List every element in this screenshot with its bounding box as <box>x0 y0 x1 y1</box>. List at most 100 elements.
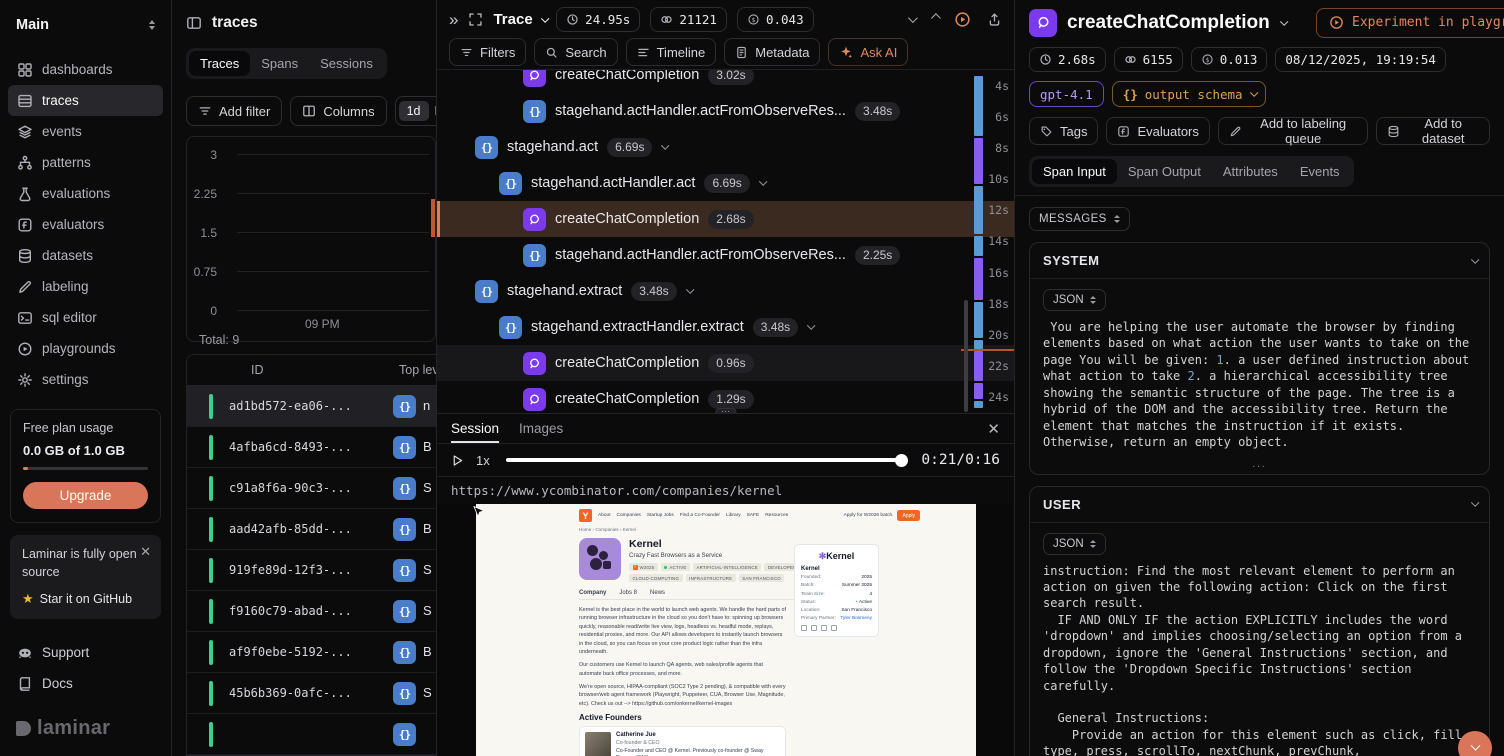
chevron-down-icon[interactable] <box>686 286 694 294</box>
table-row[interactable]: ad1bd572-ea06-... {} n <box>187 386 437 427</box>
sidebar-item-dashboards[interactable]: dashboards <box>8 54 163 85</box>
embed-apply-button[interactable]: Apply <box>897 510 920 521</box>
share-icon[interactable] <box>987 12 1002 27</box>
embed-batch-badge[interactable]: YW2025 <box>629 563 658 571</box>
close-icon[interactable]: ✕ <box>987 420 1000 438</box>
embed-tab-company[interactable]: Company <box>579 590 606 596</box>
chevron-down-icon[interactable] <box>908 13 918 23</box>
ask-ai-button[interactable]: Ask AI <box>828 38 908 66</box>
evaluators-button[interactable]: Evaluators <box>1106 117 1209 145</box>
filters-button[interactable]: Filters <box>449 38 526 66</box>
embed-breadcrumb[interactable]: Home › Companies › Kernel <box>579 527 920 532</box>
expand-icon[interactable] <box>468 12 483 27</box>
tab-spans[interactable]: Spans <box>250 51 309 76</box>
table-row[interactable]: 45b6b369-0afc-... {} S <box>187 673 437 714</box>
format-selector[interactable]: JSON <box>1043 289 1106 311</box>
embed-tag-badge[interactable]: INFRASTRUCTURE <box>686 574 736 582</box>
expand-ellipsis[interactable]: ... <box>1030 459 1489 474</box>
sidebar-item-settings[interactable]: settings <box>8 364 163 395</box>
tab-images[interactable]: Images <box>519 414 563 443</box>
embed-nav-link[interactable]: Startup Jobs <box>647 513 674 518</box>
embed-tag-badge[interactable]: CLOUD-COMPUTING <box>629 574 683 582</box>
span-tree-row[interactable]: createChatCompletion 0.96s <box>437 345 1014 381</box>
sidebar-item-patterns[interactable]: patterns <box>8 147 163 178</box>
close-icon[interactable]: ✕ <box>140 544 151 560</box>
embed-tag-badge[interactable]: ARTIFICIAL-INTELLIGENCE <box>693 563 761 571</box>
span-tree-row[interactable]: {} stagehand.actHandler.act 6.69s <box>437 165 1014 201</box>
table-row[interactable]: c91a8f6a-90c3-... {} S <box>187 468 437 509</box>
system-message-header[interactable]: SYSTEM <box>1030 243 1489 279</box>
sidebar-item-sql-editor[interactable]: sql editor <box>8 302 163 333</box>
sidebar-item-playgrounds[interactable]: playgrounds <box>8 333 163 364</box>
chevron-down-icon[interactable] <box>662 142 670 150</box>
run-playground-icon[interactable] <box>954 11 971 28</box>
span-tree-row[interactable]: {} stagehand.extract 3.48s <box>437 273 1014 309</box>
experiment-playground-button[interactable]: Experiment in playground <box>1316 8 1504 38</box>
sidebar-item-events[interactable]: events <box>8 116 163 147</box>
embed-nav-link[interactable]: Library <box>726 513 741 518</box>
tags-button[interactable]: Tags <box>1029 117 1098 145</box>
table-row[interactable]: 4afba6cd-8493-... {} B <box>187 427 437 468</box>
span-tree-row[interactable]: createChatCompletion 2.68s <box>437 201 1014 237</box>
table-row[interactable]: 919fe89d-12f3-... {} S <box>187 550 437 591</box>
workspace-switch-icon[interactable] <box>149 20 155 30</box>
timeline-minimap[interactable] <box>974 76 983 410</box>
play-icon[interactable] <box>451 454 464 467</box>
scrollbar-thumb[interactable] <box>964 300 968 412</box>
sidebar-item-traces[interactable]: traces <box>8 85 163 116</box>
format-selector[interactable]: JSON <box>1043 533 1106 555</box>
table-row[interactable]: f9160c79-abad-... {} S <box>187 591 437 632</box>
table-row[interactable]: {} <box>187 714 437 755</box>
embed-nav-link[interactable]: Find a Co-Founder <box>680 513 720 518</box>
sidebar-item-evaluations[interactable]: evaluations <box>8 178 163 209</box>
table-row[interactable]: af9f0ebe-5192-... {} B <box>187 632 437 673</box>
playback-speed[interactable]: 1x <box>476 453 490 468</box>
span-tree-row[interactable]: {} stagehand.extractHandler.extract 3.48… <box>437 309 1014 345</box>
add-to-labeling-queue-button[interactable]: Add to labeling queue <box>1218 117 1369 145</box>
docs-link[interactable]: Docs <box>8 668 163 699</box>
time-range-1d[interactable]: 1d <box>399 101 429 121</box>
add-to-dataset-button[interactable]: Add to dataset <box>1376 117 1490 145</box>
embed-nav-link[interactable]: SAFE <box>747 513 760 518</box>
tab-span-output[interactable]: Span Output <box>1117 159 1212 184</box>
span-tree-row[interactable]: {} stagehand.act 6.69s <box>437 129 1014 165</box>
upgrade-button[interactable]: Upgrade <box>23 482 148 509</box>
collapse-panel-icon[interactable]: » <box>449 11 458 28</box>
columns-button[interactable]: Columns <box>290 96 386 126</box>
message-content[interactable]: You are helping the user automate the br… <box>1030 313 1489 459</box>
timeline-button[interactable]: Timeline <box>626 38 717 66</box>
sidebar-item-evaluators[interactable]: evaluators <box>8 209 163 240</box>
sidebar-item-datasets[interactable]: datasets <box>8 240 163 271</box>
span-tree-row[interactable]: {} stagehand.actHandler.actFromObserveRe… <box>437 93 1014 129</box>
workspace-switcher[interactable]: Main <box>0 0 171 50</box>
embed-nav-link[interactable]: About <box>598 513 611 518</box>
search-button[interactable]: Search <box>534 38 617 66</box>
github-star-link[interactable]: ★ Star it on GitHub <box>22 591 149 607</box>
embed-tag-badge[interactable]: SAN FRANCISCO <box>739 574 785 582</box>
message-content[interactable]: instruction: Find the most relevant elem… <box>1030 557 1489 756</box>
embed-nav-link[interactable]: Resources <box>765 513 788 518</box>
output-schema-badge[interactable]: {} output schema <box>1112 81 1266 107</box>
chevron-down-icon[interactable] <box>1280 17 1288 25</box>
span-tree-row[interactable]: {} stagehand.actHandler.actFromObserveRe… <box>437 237 1014 273</box>
tab-traces[interactable]: Traces <box>189 51 250 76</box>
embed-nav-link[interactable]: Companies <box>617 513 641 518</box>
slider-knob[interactable] <box>895 454 908 467</box>
tab-events[interactable]: Events <box>1289 159 1351 184</box>
table-row[interactable]: aad42afb-85dd-... {} B <box>187 509 437 550</box>
yc-logo[interactable]: Y <box>579 509 592 522</box>
metadata-button[interactable]: Metadata <box>724 38 820 66</box>
add-filter-button[interactable]: Add filter <box>186 96 282 126</box>
tab-session[interactable]: Session <box>451 414 499 443</box>
embed-tab-jobs[interactable]: Jobs 8 <box>619 590 637 596</box>
tab-span-input[interactable]: Span Input <box>1032 159 1117 184</box>
chevron-up-icon[interactable] <box>931 13 941 23</box>
span-tree-row[interactable]: createChatCompletion 3.02s <box>437 70 1014 93</box>
panel-layout-icon[interactable] <box>186 15 202 31</box>
tab-attributes[interactable]: Attributes <box>1212 159 1289 184</box>
messages-selector[interactable]: MESSAGES <box>1029 207 1130 231</box>
trace-dropdown[interactable]: Trace <box>493 11 546 28</box>
user-message-header[interactable]: USER <box>1030 487 1489 523</box>
sidebar-item-labeling[interactable]: labeling <box>8 271 163 302</box>
panel-resize-handle[interactable]: ······ <box>715 408 736 413</box>
